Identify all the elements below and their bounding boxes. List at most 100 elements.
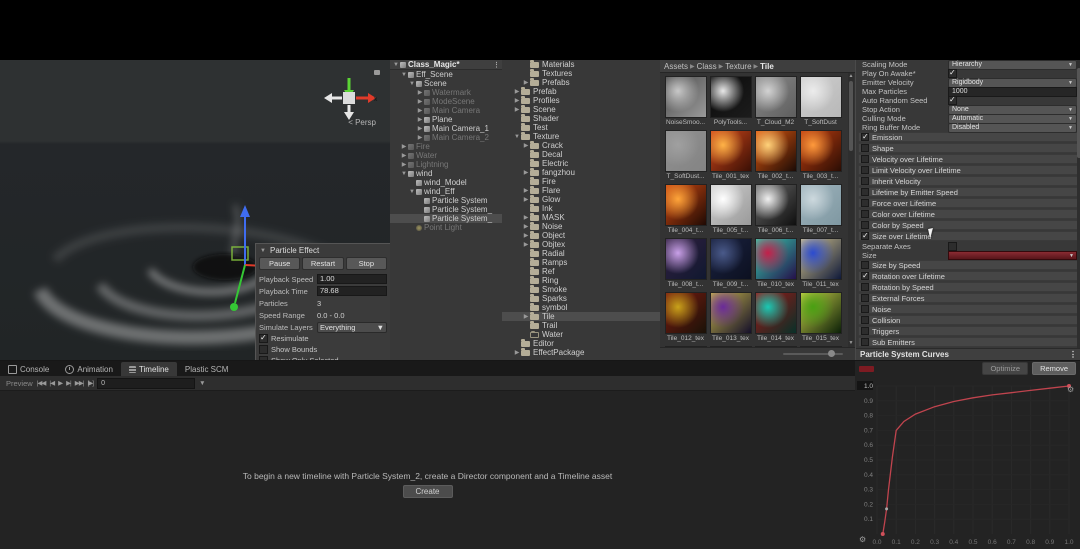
transport-button-2[interactable]: ▶ — [58, 379, 62, 387]
tab-timeline[interactable]: Timeline — [121, 362, 177, 376]
asset-item[interactable]: T_SoftDust — [800, 76, 841, 126]
expander-arrow-icon[interactable]: ▼ — [392, 62, 400, 68]
module-bar[interactable]: Rotation by Speed — [858, 282, 1079, 292]
module-bar[interactable]: Size by Speed — [858, 260, 1079, 270]
expander-arrow-icon[interactable]: ▶ — [522, 313, 530, 320]
hierarchy-item[interactable]: ▶Main Camera_2 — [390, 133, 502, 142]
project-tree-item[interactable]: ▶Scene — [502, 105, 660, 114]
curve-graph[interactable]: 0.00.10.20.30.40.50.60.70.80.91.01.00.90… — [855, 376, 1080, 549]
module-bar[interactable]: Emission — [858, 132, 1079, 142]
separate-axes-checkbox[interactable] — [948, 242, 957, 251]
hierarchy-item[interactable]: wind_Model — [390, 178, 502, 187]
project-tree-item[interactable]: Trail — [502, 321, 660, 330]
create-button[interactable]: Create — [402, 485, 452, 498]
property-dropdown[interactable]: Disabled▼ — [948, 123, 1077, 133]
project-tree-item[interactable]: Editor — [502, 339, 660, 348]
project-tree-item[interactable]: Fire — [502, 177, 660, 186]
hierarchy-item[interactable]: ▶ModeScene — [390, 97, 502, 106]
particle-effect-title[interactable]: ▼ Particle Effect — [256, 244, 390, 257]
project-tree-item[interactable]: ▶Prefab — [502, 87, 660, 96]
module-checkbox[interactable] — [861, 305, 869, 313]
module-bar[interactable]: Sub Emitters — [858, 337, 1079, 347]
project-tree-item[interactable]: Smoke — [502, 285, 660, 294]
asset-item[interactable]: Tile_012_tex — [665, 292, 706, 342]
hierarchy-item[interactable]: Particle System_ — [390, 205, 502, 214]
persp-label[interactable]: < Persp — [348, 118, 376, 127]
asset-item[interactable]: Tile_010_tex — [755, 238, 796, 288]
kebab-menu-icon[interactable]: ⋮ — [1069, 350, 1077, 359]
module-bar[interactable]: Inherit Velocity — [858, 176, 1079, 186]
chevron-down-icon[interactable]: ▼ — [199, 380, 204, 387]
transport-button-3[interactable]: ▶| — [66, 379, 71, 387]
expander-arrow-icon[interactable]: ▶ — [522, 196, 530, 203]
hierarchy-item[interactable]: Particle System — [390, 196, 502, 205]
expander-arrow-icon[interactable]: ▶ — [416, 125, 424, 132]
module-bar[interactable]: Color by Speed — [858, 220, 1079, 230]
hierarchy-item[interactable]: Point Light — [390, 223, 502, 232]
hierarchy-item[interactable]: ▶Lightning — [390, 160, 502, 169]
module-checkbox[interactable] — [861, 261, 869, 269]
expander-arrow-icon[interactable]: ▶ — [522, 241, 530, 248]
property-field[interactable]: 1000 — [948, 87, 1077, 97]
module-checkbox[interactable] — [861, 210, 869, 218]
project-tree-item[interactable]: Test — [502, 123, 660, 132]
project-tree-item[interactable]: ▶Prefabs — [502, 78, 660, 87]
expander-arrow-icon[interactable]: ▶ — [416, 134, 424, 141]
module-bar[interactable]: Limit Velocity over Lifetime — [858, 165, 1079, 175]
kebab-menu-icon[interactable]: ⋮ — [493, 61, 500, 69]
hierarchy-item[interactable]: ▼Class_Magic*⋮ — [390, 60, 502, 70]
expander-arrow-icon[interactable]: ▶ — [400, 143, 408, 150]
module-checkbox[interactable] — [861, 221, 869, 229]
module-bar[interactable]: Size over Lifetime — [858, 231, 1079, 241]
expander-arrow-icon[interactable]: ▶ — [522, 214, 530, 221]
hierarchy-item[interactable]: ▶Fire — [390, 142, 502, 151]
remove-button[interactable]: Remove — [1032, 362, 1076, 375]
pe-row-value-field[interactable]: 78.68 — [317, 286, 387, 296]
expander-arrow-icon[interactable]: ▶ — [522, 142, 530, 149]
tab-console[interactable]: Console — [0, 362, 57, 376]
asset-item[interactable]: Tile_011_tex — [800, 238, 841, 288]
property-checkbox[interactable] — [948, 69, 957, 78]
expander-arrow-icon[interactable]: ▶ — [513, 88, 521, 95]
module-checkbox[interactable] — [861, 166, 869, 174]
project-tree-item[interactable]: ▶Profiles — [502, 96, 660, 105]
thumbnail-zoom-knob[interactable] — [828, 350, 835, 357]
expander-arrow-icon[interactable]: ▶ — [400, 152, 408, 159]
project-tree-item[interactable]: ▶Flare — [502, 186, 660, 195]
hierarchy-item[interactable]: ▶Plane — [390, 115, 502, 124]
pe-button-pause[interactable]: Pause — [259, 257, 300, 270]
expander-arrow-icon[interactable]: ▶ — [416, 107, 424, 114]
module-bar[interactable]: Lifetime by Emitter Speed — [858, 187, 1079, 197]
project-tree-item[interactable]: symbol — [502, 303, 660, 312]
transport-button-1[interactable]: |◀ — [49, 379, 54, 387]
project-tree-item[interactable]: ▶MASK — [502, 213, 660, 222]
asset-item[interactable]: T_Cloud_M2 — [755, 76, 796, 126]
project-tree-item[interactable]: Sparks — [502, 294, 660, 303]
frame-field[interactable]: 0 — [97, 378, 195, 389]
project-tree-item[interactable]: ▶fangzhou — [502, 168, 660, 177]
module-checkbox[interactable] — [861, 294, 869, 302]
particle-system-curves-header[interactable]: Particle System Curves ⋮ — [856, 348, 1080, 360]
hierarchy-item[interactable]: ▼wind_Eff — [390, 187, 502, 196]
asset-scrollbar[interactable]: ▲▼ — [848, 73, 854, 347]
asset-item[interactable]: Tile_005_t... — [710, 184, 751, 234]
expander-arrow-icon[interactable]: ▶ — [513, 97, 521, 104]
breadcrumb-item[interactable]: Assets — [664, 62, 688, 71]
scene-orientation-gizmo[interactable]: y x — [318, 68, 382, 120]
module-checkbox[interactable] — [861, 133, 869, 141]
expander-arrow-icon[interactable]: ▶ — [513, 106, 521, 113]
project-tree-item[interactable]: ▶EffectPackage — [502, 348, 660, 357]
expander-arrow-icon[interactable]: ▼ — [408, 81, 416, 87]
expander-arrow-icon[interactable]: ▼ — [408, 189, 416, 195]
hierarchy-item[interactable]: ▶Main Camera_1 — [390, 124, 502, 133]
pe-row-dropdown[interactable]: Everything▼ — [317, 322, 387, 333]
breadcrumb-item[interactable]: Tile — [760, 62, 774, 71]
asset-item[interactable]: NoiseSmoo... — [665, 76, 706, 126]
asset-item[interactable]: PolyTools... — [710, 76, 751, 126]
project-tree-item[interactable]: ▶Objtex — [502, 240, 660, 249]
asset-item[interactable]: Tile_004_t... — [665, 184, 706, 234]
expander-arrow-icon[interactable]: ▶ — [416, 116, 424, 123]
module-checkbox[interactable] — [861, 144, 869, 152]
expander-arrow-icon[interactable]: ▼ — [400, 171, 408, 177]
asset-item[interactable]: Tile_013_tex — [710, 292, 751, 342]
